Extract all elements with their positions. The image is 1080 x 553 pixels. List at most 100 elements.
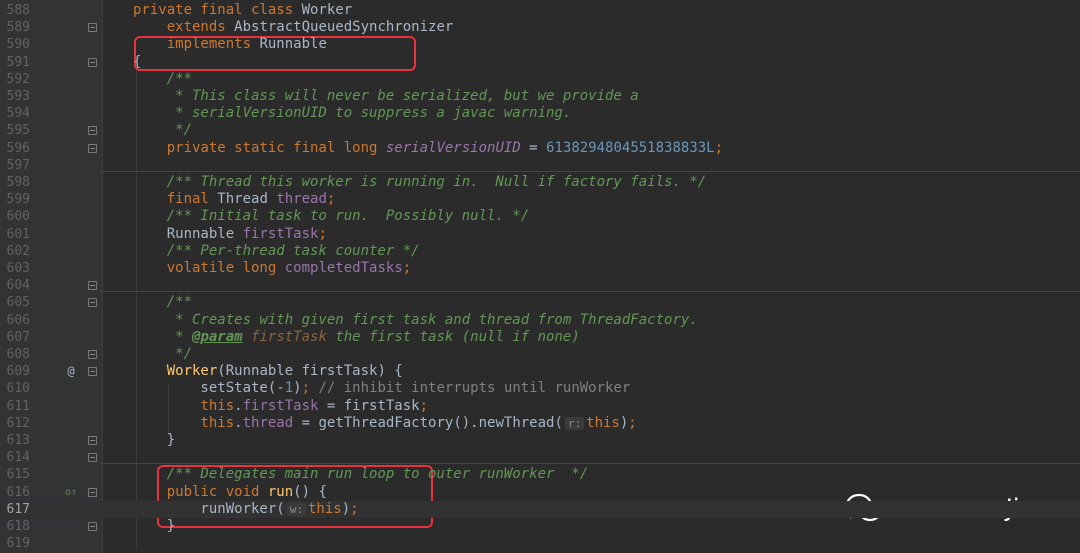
code-line[interactable]: 592 /** <box>0 71 1080 88</box>
code-text[interactable]: extends AbstractQueuedSynchronizer <box>133 19 454 36</box>
line-number: 615 <box>6 467 30 483</box>
code-text[interactable]: /** Thread this worker is running in. Nu… <box>133 174 706 191</box>
code-text[interactable]: { <box>133 54 141 71</box>
code-line[interactable]: 602 /** Per-thread task counter */ <box>0 243 1080 260</box>
fold-toggle-icon[interactable] <box>88 350 97 359</box>
code-token: firstTask <box>242 225 319 242</box>
code-line[interactable]: 606 * Creates with given first task and … <box>0 312 1080 329</box>
code-line[interactable]: 600 /** Initial task to run. Possibly nu… <box>0 208 1080 225</box>
code-text[interactable]: /** <box>133 294 192 311</box>
fold-toggle-icon[interactable] <box>88 487 97 497</box>
code-token: Thread <box>217 191 277 208</box>
code-text[interactable]: /** Delegates main run loop to outer run… <box>133 466 588 483</box>
code-text[interactable]: private final class Worker <box>133 2 352 19</box>
code-text[interactable]: implements Runnable <box>133 36 327 53</box>
code-token: (Runnable firstTask) { <box>217 363 403 380</box>
code-token: firstTask <box>251 328 327 345</box>
code-line[interactable]: 588 private final class Worker <box>0 2 1080 19</box>
code-line[interactable]: 618 } <box>0 518 1080 535</box>
code-line[interactable]: 601 Runnable firstTask; <box>0 226 1080 243</box>
fold-toggle-icon[interactable] <box>88 298 97 308</box>
code-line[interactable]: 598 /** Thread this worker is running in… <box>0 171 1080 191</box>
fold-toggle-icon[interactable] <box>88 57 97 67</box>
override-marker-icon[interactable]: o↑ <box>64 484 78 501</box>
code-text[interactable]: private static final long serialVersionU… <box>133 140 723 157</box>
code-text[interactable]: } <box>133 432 175 449</box>
code-text[interactable]: * This class will never be serialized, b… <box>133 88 639 105</box>
line-number: 605 <box>6 295 30 311</box>
code-line[interactable]: 590 implements Runnable <box>0 36 1080 53</box>
code-line[interactable]: 615 /** Delegates main run loop to outer… <box>0 463 1080 483</box>
code-text[interactable]: } <box>133 518 175 535</box>
fold-toggle-icon[interactable] <box>88 436 97 445</box>
fold-toggle-icon[interactable] <box>88 126 97 136</box>
code-line[interactable]: 613 } <box>0 432 1080 449</box>
code-line[interactable]: 612 this.thread = getThreadFactory().new… <box>0 415 1080 432</box>
code-text[interactable]: * @param firstTask the first task (null … <box>133 329 580 346</box>
code-text[interactable]: /** Initial task to run. Possibly null. … <box>133 208 529 225</box>
code-text[interactable]: Runnable firstTask; <box>133 226 327 243</box>
code-line[interactable]: 616 o↑ public void run() { <box>0 484 1080 501</box>
line-number: 616 <box>6 484 30 500</box>
code-token: Worker <box>166 363 218 380</box>
code-text[interactable]: */ <box>133 122 192 139</box>
fold-toggle-icon[interactable] <box>88 143 97 153</box>
code-line[interactable]: 589 extends AbstractQueuedSynchronizer <box>0 19 1080 36</box>
fold-toggle-icon[interactable] <box>88 453 97 463</box>
code-line[interactable]: 605 /** <box>0 291 1080 311</box>
code-line[interactable]: 596 private static final long serialVers… <box>0 140 1080 157</box>
code-token: = <box>520 139 547 156</box>
fold-toggle-icon[interactable] <box>88 23 97 33</box>
code-text[interactable]: * Creates with given first task and thre… <box>133 312 698 329</box>
code-text[interactable]: final Thread thread; <box>133 191 336 208</box>
code-text[interactable]: */ <box>133 346 192 363</box>
code-text[interactable]: runWorker(w: this); <box>133 501 358 518</box>
line-number: 597 <box>6 157 30 173</box>
code-line[interactable]: 611 this.firstTask = firstTask; <box>0 398 1080 415</box>
code-line[interactable]: 610 setState(-1); // inhibit interrupts … <box>0 380 1080 397</box>
line-number: 594 <box>6 106 30 122</box>
code-text[interactable]: this.thread = getThreadFactory().newThre… <box>133 414 636 432</box>
code-text[interactable]: Worker(Runnable firstTask) { <box>133 363 403 380</box>
code-line[interactable]: 599 final Thread thread; <box>0 191 1080 208</box>
fold-toggle-icon[interactable] <box>88 281 97 291</box>
code-line[interactable]: 608 */ <box>0 346 1080 363</box>
code-token: * This class will never be serialized, b… <box>133 88 639 104</box>
method-separator <box>100 291 1080 293</box>
code-line[interactable]: 609 @ Worker(Runnable firstTask) { <box>0 363 1080 380</box>
code-token: /** Delegates main run loop to outer run… <box>133 466 589 483</box>
parameter-hint: r: <box>564 416 585 430</box>
code-text[interactable]: * serialVersionUID to suppress a javac w… <box>133 105 571 122</box>
code-line[interactable]: 591 { <box>0 54 1080 71</box>
code-token: = getThreadFactory().newThread( <box>293 414 563 431</box>
line-number: 593 <box>6 89 30 104</box>
code-line[interactable]: 619 <box>0 535 1080 552</box>
code-line[interactable]: 593 * This class will never be serialize… <box>0 88 1080 105</box>
code-token: firstTask <box>242 397 319 414</box>
code-text[interactable]: /** <box>133 71 192 88</box>
code-token: AbstractQueuedSynchronizer <box>234 19 454 36</box>
code-token: // inhibit interrupts until runWorker <box>318 380 631 397</box>
code-text[interactable]: this.firstTask = firstTask; <box>133 398 428 415</box>
line-number: 589 <box>6 20 30 36</box>
code-text[interactable]: setState(-1); // inhibit interrupts unti… <box>133 380 630 397</box>
line-number: 612 <box>6 415 30 431</box>
fold-toggle-icon[interactable] <box>88 522 97 531</box>
code-text[interactable]: /** Per-thread task counter */ <box>133 243 420 260</box>
code-line[interactable]: 594 * serialVersionUID to suppress a jav… <box>0 105 1080 122</box>
code-editor[interactable]: ● crossoverJie 588private final class Wo… <box>0 0 1080 553</box>
annotation-marker-icon[interactable]: @ <box>64 363 78 380</box>
code-line[interactable]: 595 */ <box>0 122 1080 139</box>
code-token: this <box>200 414 235 431</box>
code-line[interactable]: 603 volatile long completedTasks; <box>0 260 1080 277</box>
code-text[interactable]: volatile long completedTasks; <box>133 260 411 277</box>
code-line[interactable]: 607 * @param firstTask the first task (n… <box>0 329 1080 346</box>
code-token: Runnable <box>259 36 327 53</box>
code-token: } <box>133 518 176 534</box>
fold-toggle-icon[interactable] <box>88 367 97 377</box>
code-text[interactable]: public void run() { <box>133 484 327 501</box>
code-line[interactable]: 617 runWorker(w: this); <box>0 500 1080 518</box>
